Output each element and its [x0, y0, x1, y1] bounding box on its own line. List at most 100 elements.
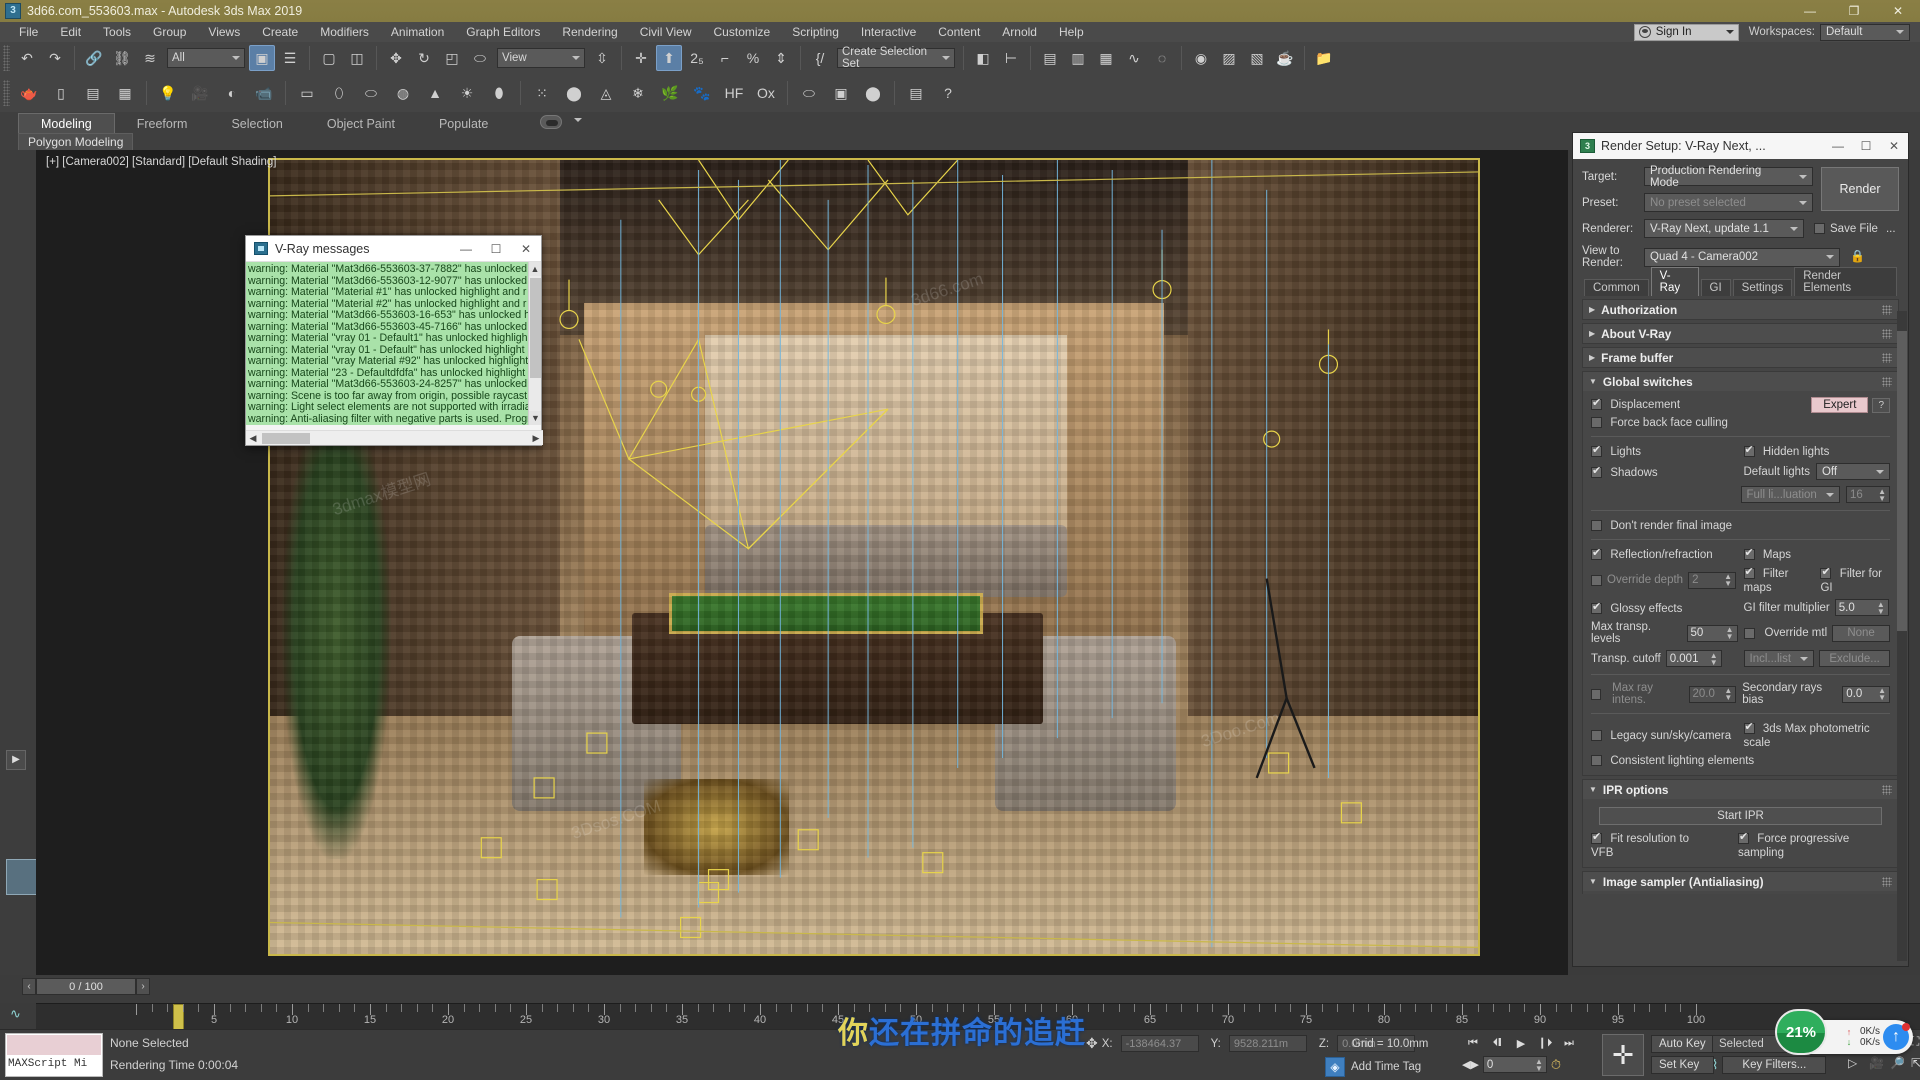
next-frame-icon[interactable]: ›	[136, 978, 150, 995]
drag-handle-icon[interactable]	[1882, 352, 1892, 363]
menu-item-arnold[interactable]: Arnold	[991, 23, 1048, 41]
viewport-label[interactable]: [+] [Camera002] [Standard] [Default Shad…	[46, 156, 276, 168]
force-back-face-culling-checkbox[interactable]	[1591, 417, 1602, 429]
render-setup-icon[interactable]: ▨	[1216, 45, 1242, 71]
select-link-icon[interactable]: 🔗	[81, 45, 107, 71]
zoom-all-icon[interactable]: 🔎	[1890, 1056, 1909, 1076]
consistent-lighting-elements-checkbox[interactable]	[1591, 755, 1602, 767]
list-panel-icon[interactable]: ▤	[78, 78, 108, 108]
menu-item-help[interactable]: Help	[1048, 23, 1095, 41]
scrollbar-thumb[interactable]	[262, 432, 310, 444]
bind-space-warp-icon[interactable]: ≋	[137, 45, 163, 71]
rollout-ipr-options[interactable]: ▼ IPR options Start IPR Fit resolution t…	[1582, 779, 1899, 868]
save-file-checkbox[interactable]	[1814, 223, 1825, 234]
unlink-selection-icon[interactable]: ⛓	[109, 45, 135, 71]
project-folder-icon[interactable]: 📁	[1311, 45, 1337, 71]
spinner-snap-toggle-icon[interactable]: ⌐	[712, 45, 738, 71]
document-icon[interactable]: ▤	[901, 78, 931, 108]
vray-messages-log[interactable]: warning: Material "Mat3d66-553603-37-788…	[246, 262, 541, 425]
set-key-mode-button[interactable]: ✛	[1602, 1034, 1644, 1076]
box-primitive-icon[interactable]: ▭	[292, 78, 322, 108]
go-to-start-icon[interactable]: ⏮	[1462, 1033, 1484, 1053]
lock-icon[interactable]: 🔒	[1850, 249, 1865, 265]
close-icon[interactable]: ✕	[511, 236, 541, 262]
field-of-view-icon[interactable]: ▷	[1848, 1056, 1867, 1076]
sun-icon[interactable]: ☀	[452, 78, 482, 108]
drag-handle-icon[interactable]	[1882, 784, 1892, 795]
maxscript-input-area[interactable]	[7, 1035, 101, 1055]
create-selection-set-input[interactable]: Create Selection Set	[837, 46, 955, 70]
spinner-arrows-icon[interactable]: ▲ ▼	[1878, 687, 1886, 702]
lights-checkbox[interactable]	[1591, 443, 1602, 458]
help-icon[interactable]: ?	[1872, 397, 1890, 413]
render-tab-settings[interactable]: Settings	[1732, 279, 1793, 296]
mirror-icon[interactable]: ◧	[970, 45, 996, 71]
go-to-end-icon[interactable]: ⏭	[1558, 1033, 1580, 1053]
max-ray-intensity-checkbox[interactable]	[1591, 688, 1602, 700]
scroll-up-icon[interactable]: ▲	[529, 262, 541, 276]
ribbon-subtab-polygon-modeling[interactable]: Polygon Modeling	[18, 133, 134, 151]
window-crossing-icon[interactable]: ◫	[344, 45, 370, 71]
rendered-frame-window-icon[interactable]: ▧	[1244, 45, 1270, 71]
rectangular-selection-region-icon[interactable]: ▢	[316, 45, 342, 71]
undo-icon[interactable]: ↶	[14, 45, 40, 71]
camera-icon[interactable]: 🎥	[185, 78, 215, 108]
spinner-arrows-icon[interactable]: ▲ ▼	[1878, 487, 1886, 502]
toolbar-grip[interactable]	[3, 45, 10, 71]
sphere-primitive-icon[interactable]: ⬯	[324, 78, 354, 108]
animal-fur-icon[interactable]: 🐾	[687, 78, 717, 108]
ribbon-tab-populate[interactable]: Populate	[417, 114, 510, 134]
toggle-ribbon-icon[interactable]: ▦	[1093, 45, 1119, 71]
displacement-checkbox[interactable]	[1591, 396, 1602, 411]
menu-item-rendering[interactable]: Rendering	[551, 23, 628, 41]
blue-sphere-icon[interactable]: ⬤	[858, 78, 888, 108]
auto-key-button[interactable]: Auto Key	[1651, 1035, 1714, 1053]
ribbon-tab-freeform[interactable]: Freeform	[115, 114, 210, 134]
include-list-select[interactable]: Incl...list	[1743, 650, 1815, 667]
time-configuration-icon[interactable]: ⏱	[1551, 1057, 1561, 1073]
light-bulb-icon[interactable]: 💡	[153, 78, 183, 108]
fit-resolution-vfb-checkbox[interactable]	[1591, 830, 1602, 845]
force-progressive-sampling-checkbox[interactable]	[1737, 830, 1749, 845]
menu-item-content[interactable]: Content	[927, 23, 991, 41]
filter-maps-checkbox[interactable]	[1743, 565, 1755, 580]
select-by-name-icon[interactable]: ☰	[277, 45, 303, 71]
scroll-right-icon[interactable]: ▶	[529, 433, 543, 444]
cylinder-primitive-icon[interactable]: ⬭	[356, 78, 386, 108]
render-tab-v-ray[interactable]: V-Ray	[1650, 267, 1699, 296]
spinner-arrows-icon[interactable]: ▲ ▼	[1726, 626, 1734, 641]
rollout-header[interactable]: ▼ IPR options	[1583, 780, 1898, 799]
filter-for-gi-checkbox[interactable]	[1820, 565, 1832, 580]
selection-filter-select[interactable]: All	[167, 48, 245, 68]
hair-fur-icon[interactable]: HF	[719, 78, 749, 108]
align-icon[interactable]: ⊢	[998, 45, 1024, 71]
drag-handle-icon[interactable]	[1882, 328, 1892, 339]
render-setup-dialog[interactable]: 3 Render Setup: V-Ray Next, ... — ☐ ✕ Ta…	[1572, 132, 1909, 967]
minimize-icon[interactable]: —	[1824, 133, 1852, 159]
scroll-down-icon[interactable]: ▼	[529, 411, 541, 425]
save-file-browse-button[interactable]: ...	[1886, 223, 1896, 235]
mesh-icon[interactable]: ❄	[623, 78, 653, 108]
menu-item-views[interactable]: Views	[197, 23, 251, 41]
view-to-render-select[interactable]: Quad 4 - Camera002	[1644, 247, 1840, 267]
renderer-select[interactable]: V-Ray Next, update 1.1	[1644, 219, 1804, 238]
transp-cutoff-spinner[interactable]: 0.001 ▲ ▼	[1665, 650, 1722, 667]
vray-messages-window[interactable]: V-Ray messages — ☐ ✕ warning: Material "…	[245, 235, 543, 446]
zoom-extents-icon[interactable]: ⇱	[1911, 1056, 1920, 1076]
cone-primitive-icon[interactable]: ▲	[420, 78, 450, 108]
viewport-play-icon[interactable]: ▶	[6, 750, 26, 770]
current-key-spinner[interactable]: 0 ▲ ▼	[1482, 1056, 1547, 1073]
settings-panel-icon[interactable]: ▦	[110, 78, 140, 108]
angle-snap-toggle-icon[interactable]: ⬆	[656, 45, 682, 71]
override-depth-spinner[interactable]: 2 ▲ ▼	[1688, 571, 1737, 589]
gi-filter-multiplier-spinner[interactable]: 5.0 ▲ ▼	[1834, 599, 1889, 616]
grass-icon[interactable]: 🌿	[655, 78, 685, 108]
glossy-effects-checkbox[interactable]	[1591, 600, 1602, 614]
rollout-about-vray[interactable]: ▶ About V-Ray	[1582, 323, 1899, 344]
menu-item-graph-editors[interactable]: Graph Editors	[455, 23, 551, 41]
select-object-blue-icon[interactable]: ▣	[826, 78, 856, 108]
key-filters-button[interactable]: Key Filters...	[1722, 1056, 1827, 1074]
x-coordinate-field[interactable]: -138464.37	[1120, 1035, 1199, 1052]
legacy-sun-sky-camera-checkbox[interactable]	[1591, 730, 1602, 742]
menu-item-edit[interactable]: Edit	[49, 23, 92, 41]
